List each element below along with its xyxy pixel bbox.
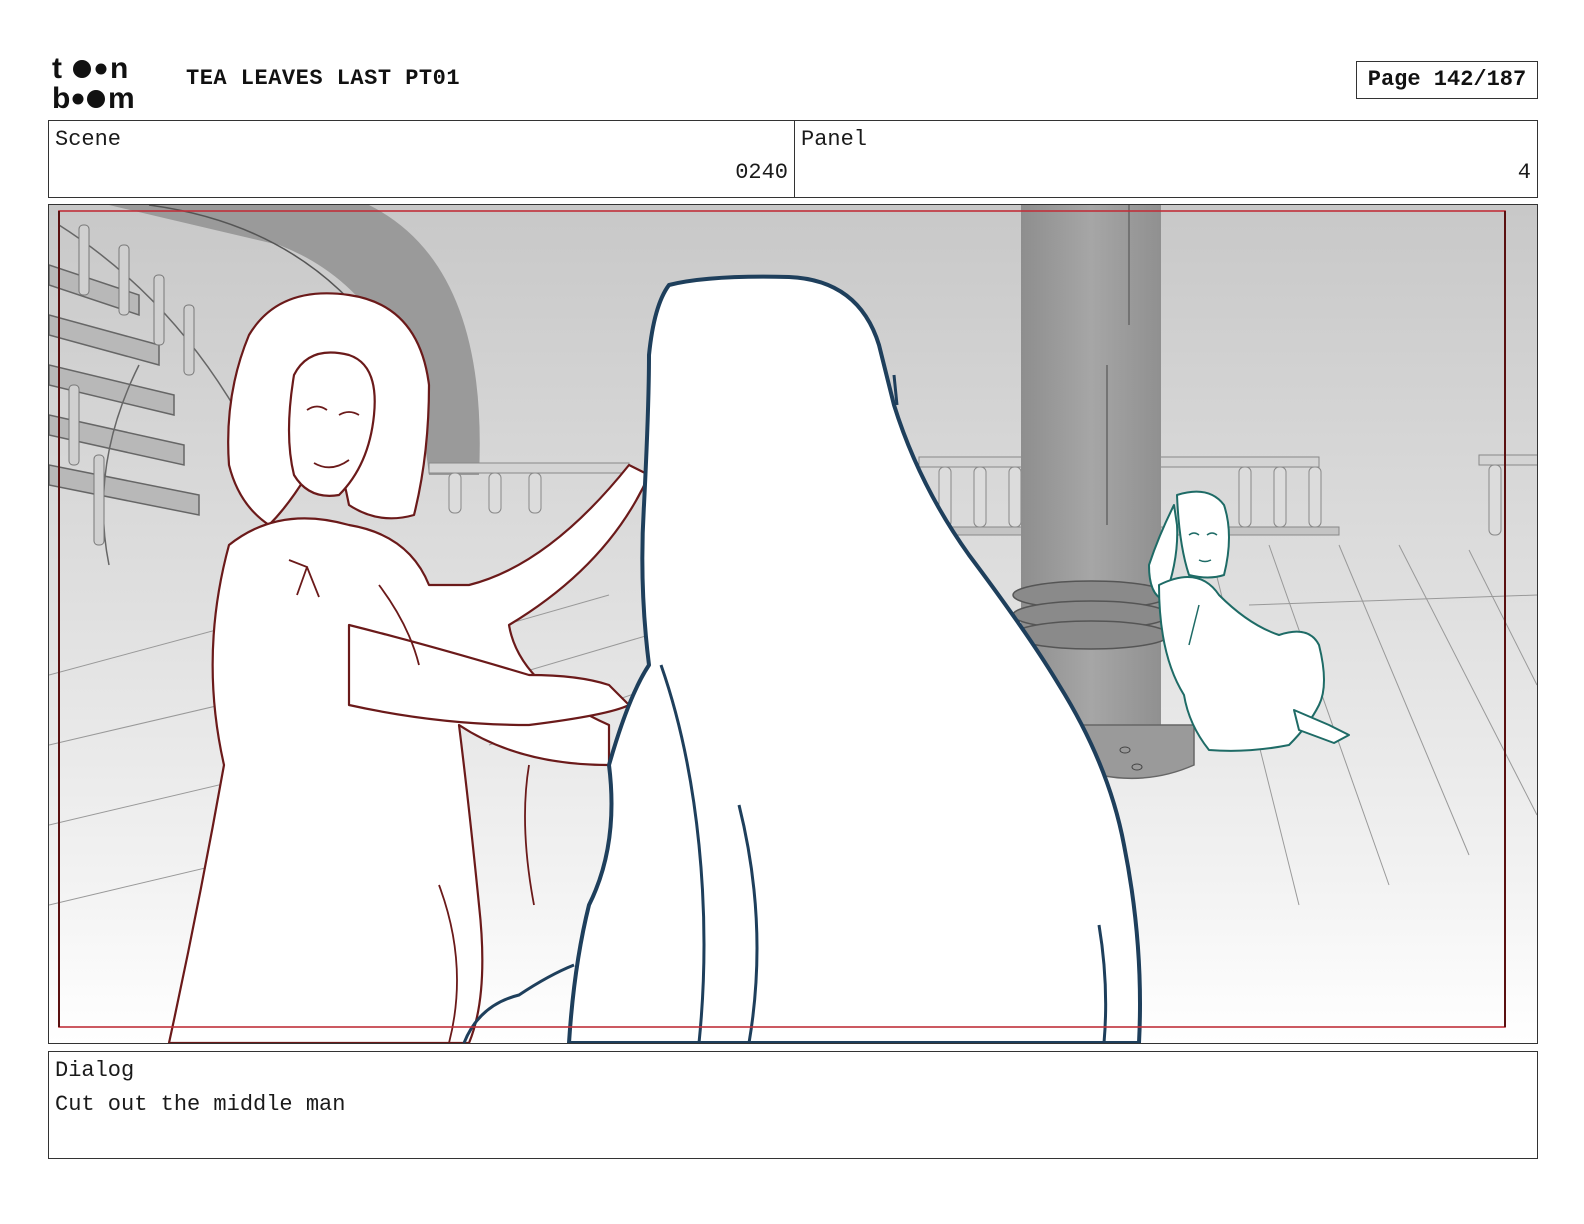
svg-text:t: t bbox=[52, 52, 62, 85]
storyboard-panel-drawing-icon bbox=[49, 205, 1537, 1043]
storyboard-frame bbox=[48, 204, 1538, 1044]
dialog-label: Dialog bbox=[55, 1058, 135, 1083]
panel-label: Panel bbox=[801, 127, 868, 152]
scene-cell: Scene 0240 bbox=[49, 121, 795, 197]
dialog-box: Dialog Cut out the middle man bbox=[48, 1051, 1538, 1159]
scene-panel-info: Scene 0240 Panel 4 bbox=[48, 120, 1538, 198]
scene-number: 0240 bbox=[735, 160, 788, 185]
panel-number: 4 bbox=[1517, 160, 1531, 185]
svg-text:n: n bbox=[110, 52, 128, 85]
svg-text:b: b bbox=[52, 82, 70, 110]
toon-boom-logo-icon: t n b m bbox=[52, 52, 135, 110]
panel-cell: Panel 4 bbox=[795, 121, 1537, 197]
dialog-text: Cut out the middle man bbox=[55, 1092, 346, 1117]
project-title: TEA LEAVES LAST PT01 bbox=[186, 66, 461, 91]
scene-label: Scene bbox=[55, 127, 122, 152]
svg-text:m: m bbox=[108, 82, 135, 110]
page-number: Page 142/187 bbox=[1356, 61, 1538, 99]
